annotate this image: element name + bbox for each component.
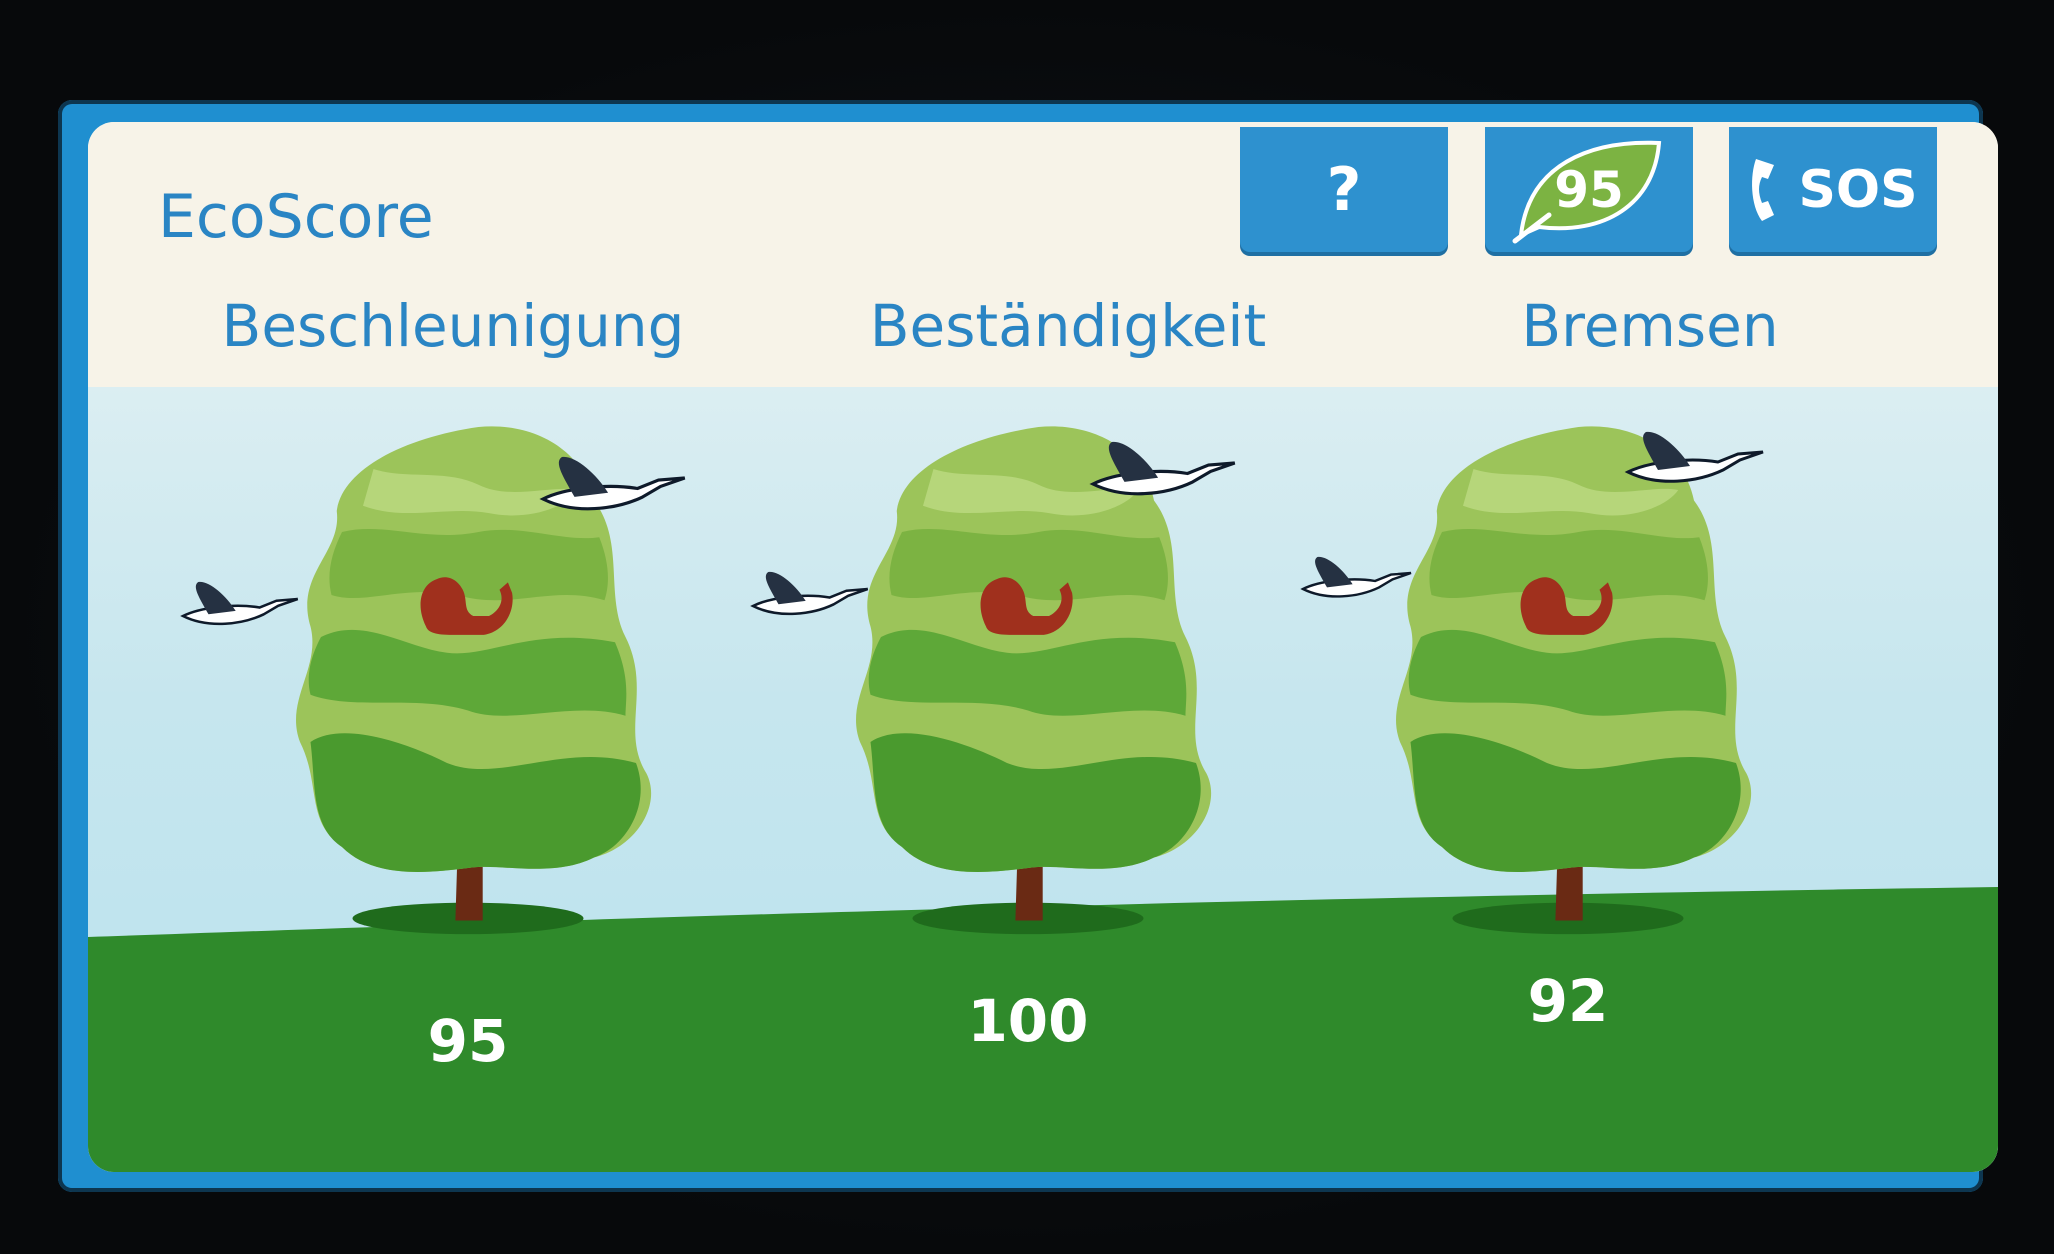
help-button[interactable]: ? xyxy=(1240,127,1448,252)
header: EcoScore ? 95 SOS Beschleunigung Beständ… xyxy=(88,122,1998,387)
eco-score-button[interactable]: 95 xyxy=(1485,127,1693,252)
score-braking: 92 xyxy=(1527,967,1609,1035)
tree-braking xyxy=(1396,426,1752,935)
goose-icon xyxy=(1301,555,1413,598)
ecoscore-panel: EcoScore ? 95 SOS Beschleunigung Beständ… xyxy=(88,122,1998,1172)
score-acceleration: 95 xyxy=(427,1007,509,1075)
phone-icon xyxy=(1752,158,1775,221)
category-label-acceleration: Beschleunigung xyxy=(221,292,685,360)
sos-label: SOS xyxy=(1798,159,1918,220)
page-title: EcoScore xyxy=(158,182,434,252)
score-consistency: 100 xyxy=(967,987,1089,1055)
category-label-braking: Bremsen xyxy=(1521,292,1779,360)
eco-scene: 95 100 92 xyxy=(88,387,1998,1172)
leaf-icon: 95 xyxy=(1509,135,1669,245)
question-mark-icon: ? xyxy=(1326,154,1362,225)
sos-button[interactable]: SOS xyxy=(1729,127,1937,252)
goose-icon xyxy=(181,580,300,626)
eco-score-value: 95 xyxy=(1554,160,1624,219)
tree-consistency xyxy=(856,426,1212,935)
category-label-consistency: Beständigkeit xyxy=(869,292,1267,360)
goose-icon xyxy=(751,570,870,616)
